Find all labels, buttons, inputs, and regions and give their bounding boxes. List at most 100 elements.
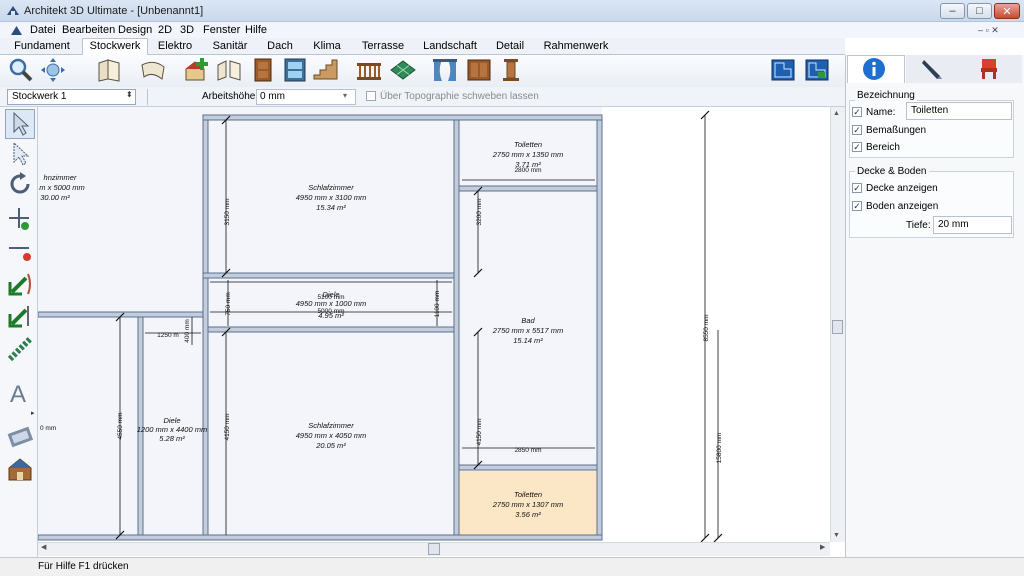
curved-wall-icon[interactable] [140, 57, 166, 83]
tab-terrasse[interactable]: Terrasse [357, 40, 409, 52]
wall[interactable] [202, 114, 209, 540]
room-dims: m x 5000 mm [39, 183, 84, 192]
tab-elektro[interactable]: Elektro [152, 40, 198, 52]
tab-dach[interactable]: Dach [262, 40, 298, 52]
pen-icon[interactable] [920, 57, 944, 81]
curtain-icon[interactable] [432, 57, 458, 83]
doc-menu-icon[interactable] [10, 24, 23, 36]
wall-book-icon[interactable] [96, 57, 122, 83]
wall[interactable] [453, 114, 460, 540]
tab-landschaft[interactable]: Landschaft [419, 40, 481, 52]
text-tool-icon[interactable]: A [6, 378, 34, 406]
menu-datei[interactable]: Datei [30, 24, 56, 36]
house-add-icon[interactable] [184, 57, 210, 83]
wall[interactable] [596, 114, 603, 540]
name-label: Name: [866, 107, 896, 118]
close-button[interactable]: ✕ [994, 3, 1020, 19]
expand-arrow-icon[interactable]: ▸ [31, 409, 35, 417]
horizontal-scroll-thumb[interactable] [428, 543, 440, 555]
railing-icon[interactable] [356, 57, 382, 83]
topo-checkbox[interactable] [366, 91, 376, 101]
floor-tile-icon[interactable] [390, 57, 416, 83]
film-icon[interactable] [6, 422, 34, 450]
scroll-down-icon[interactable]: ▼ [833, 532, 840, 539]
info-icon[interactable] [862, 57, 886, 81]
tab-rahmenwerk[interactable]: Rahmenwerk [538, 40, 614, 52]
wall-height-label: Arbeitshöhe: [202, 91, 259, 102]
floorplan-canvas[interactable]: hnzimmer m x 5000 mm 30.00 m² Schlafzimm… [38, 107, 830, 542]
room-name: Schlafzimmer [308, 183, 354, 192]
scroll-right-icon[interactable]: ▶ [820, 543, 825, 551]
zoom-icon[interactable] [8, 57, 34, 83]
topo-label: Über Topographie schweben lassen [380, 91, 539, 102]
decke-checkbox[interactable]: ✓ [852, 183, 862, 193]
corner-arrow-2-icon[interactable] [6, 302, 34, 330]
maximize-button[interactable]: □ [967, 3, 992, 19]
vertical-scroll-thumb[interactable] [832, 320, 843, 334]
mdi-controls[interactable]: – ▫ ✕ [978, 25, 999, 36]
stairs-icon[interactable] [312, 57, 338, 83]
name-checkbox[interactable]: ✓ [852, 107, 862, 117]
column-icon[interactable] [498, 57, 524, 83]
floor-select[interactable]: Stockwerk 1 [7, 89, 136, 105]
name-input[interactable]: Toiletten [906, 102, 1012, 120]
window-icon[interactable] [282, 57, 308, 83]
menu-fenster[interactable]: Fenster [203, 24, 240, 36]
divider [147, 89, 148, 105]
room-area: 30.00 m² [40, 193, 70, 202]
rotate-icon[interactable] [6, 170, 34, 198]
menu-2d[interactable]: 2D [158, 24, 172, 36]
floorplan-view-icon[interactable] [770, 57, 796, 83]
tiefe-input[interactable]: 20 mm [933, 216, 1012, 234]
tab-stockwerk[interactable]: Stockwerk [84, 40, 146, 52]
boden-checkbox[interactable]: ✓ [852, 201, 862, 211]
minimize-button[interactable]: – [940, 3, 965, 19]
bereich-checkbox[interactable]: ✓ [852, 142, 862, 152]
remove-point-icon[interactable] [6, 238, 34, 266]
room-name: Schlafzimmer [308, 421, 354, 430]
chain-icon[interactable] [6, 335, 34, 363]
menu-design[interactable]: Design [118, 24, 152, 36]
tab-sanitaer[interactable]: Sanitär [207, 40, 253, 52]
add-point-icon[interactable] [6, 205, 34, 233]
menu-hilfe[interactable]: Hilfe [245, 24, 267, 36]
wall-open-icon[interactable] [216, 57, 242, 83]
corner-arrow-icon[interactable] [6, 270, 34, 298]
svg-text:A: A [10, 381, 26, 406]
floorplan-svg[interactable]: hnzimmer m x 5000 mm 30.00 m² Schlafzimm… [38, 107, 830, 542]
dim-label: 4150 mm [476, 418, 483, 445]
scroll-up-icon[interactable]: ▲ [833, 110, 840, 117]
menu-bearbeiten[interactable]: Bearbeiten [62, 24, 115, 36]
wall[interactable] [38, 534, 603, 541]
tab-klima[interactable]: Klima [307, 40, 347, 52]
dim-label: 0 mm [40, 425, 56, 432]
tab-fundament[interactable]: Fundament [12, 40, 72, 52]
room-name: hnzimmer [44, 173, 77, 182]
tab-detail[interactable]: Detail [490, 40, 530, 52]
select-arrow-icon[interactable] [6, 110, 34, 138]
dim-label: 400 mm [184, 319, 191, 342]
tiefe-label: Tiefe: [906, 220, 931, 231]
menu-3d[interactable]: 3D [180, 24, 194, 36]
room-dims: 4950 mm x 4050 mm [296, 431, 366, 440]
wall-height-input[interactable]: 0 mm [256, 89, 356, 105]
bemassungen-checkbox[interactable]: ✓ [852, 125, 862, 135]
chevron-down-icon[interactable]: ▾ [343, 91, 347, 100]
spinner-icon[interactable]: ⬍ [126, 90, 133, 99]
cabinet-icon[interactable] [466, 57, 492, 83]
floorplan-3d-icon[interactable] [804, 57, 830, 83]
wall[interactable] [202, 114, 603, 121]
wall[interactable] [207, 326, 455, 333]
dim-label: 1100 mm [434, 291, 441, 318]
wall[interactable] [458, 464, 598, 471]
room-name: Toiletten [514, 490, 542, 499]
scroll-left-icon[interactable]: ◀ [41, 543, 46, 551]
multi-select-icon[interactable] [6, 140, 34, 168]
outside-area [602, 107, 830, 540]
pan-icon[interactable] [40, 57, 66, 83]
decke-label: Decke anzeigen [866, 183, 938, 194]
house-view-icon[interactable] [6, 455, 34, 483]
wall[interactable] [202, 272, 455, 279]
chair-icon[interactable] [977, 57, 1001, 81]
door-icon[interactable] [250, 57, 276, 83]
